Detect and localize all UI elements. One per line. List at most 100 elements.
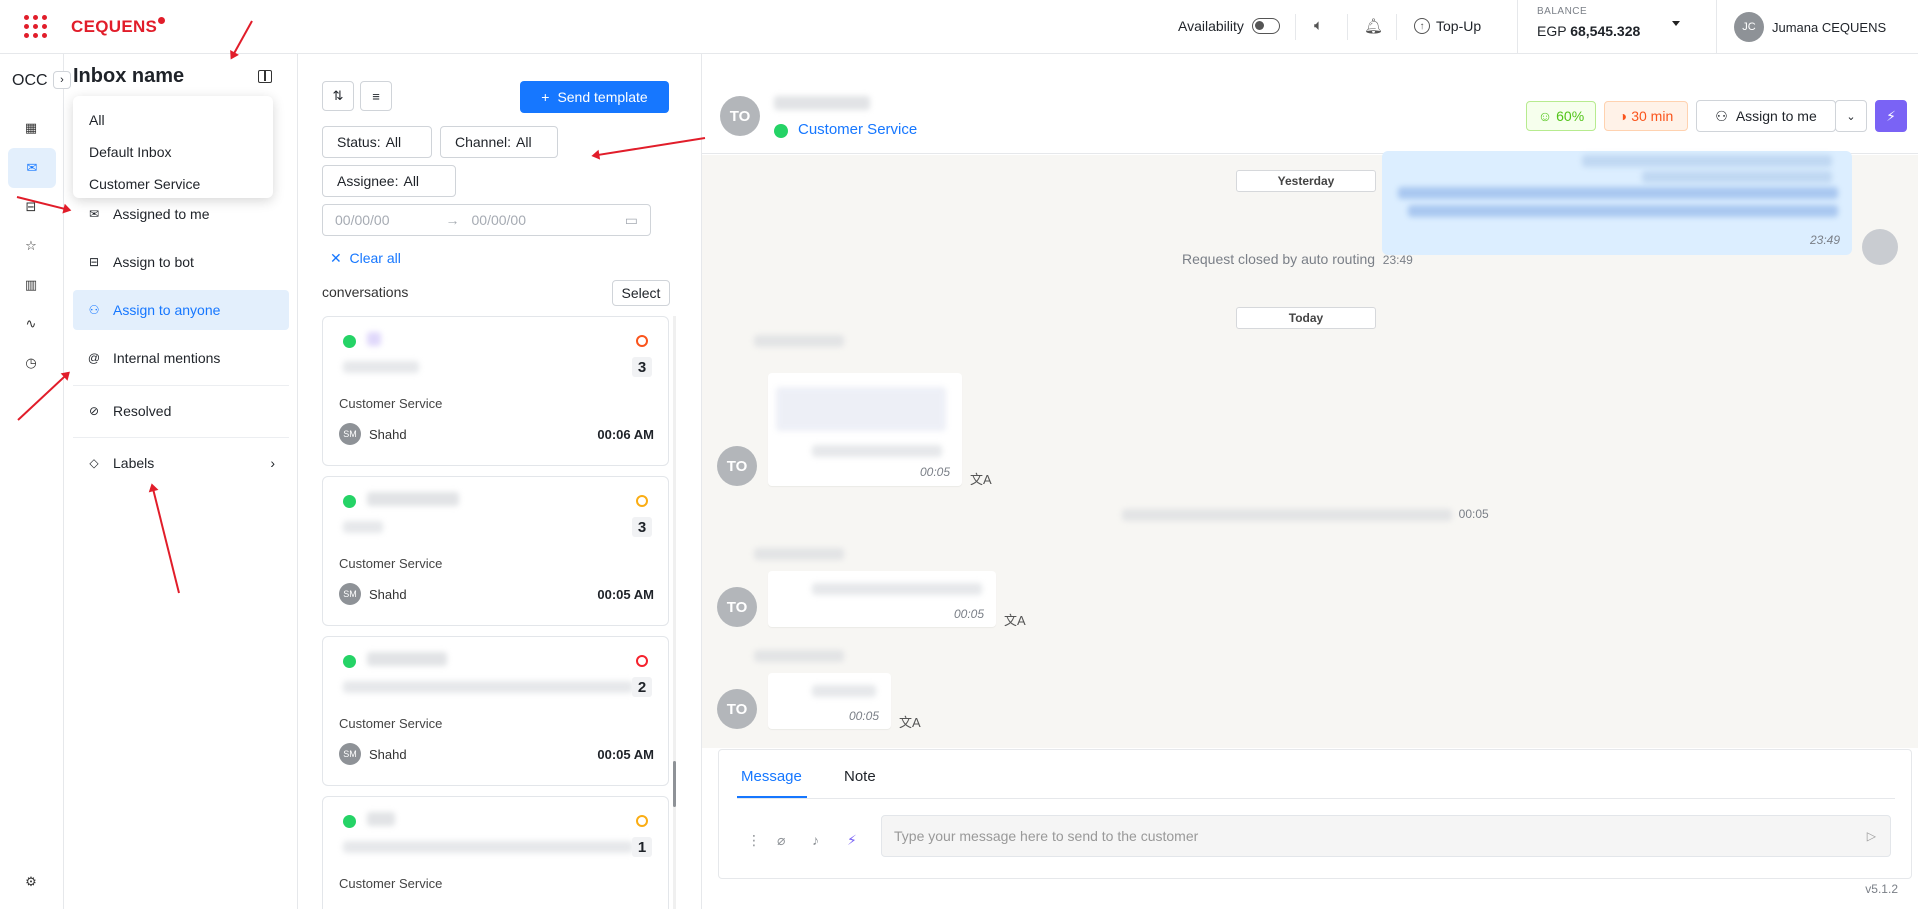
- chevron-down-icon[interactable]: ⌄: [1835, 100, 1867, 132]
- activity-icon[interactable]: ∿: [20, 313, 42, 335]
- message-thread[interactable]: 23:49 Yesterday Request closed by auto r…: [702, 151, 1918, 748]
- toggle-switch[interactable]: [1251, 18, 1280, 34]
- unread-count: 3: [632, 357, 652, 377]
- history-icon[interactable]: ◷: [20, 352, 42, 374]
- star-icon[interactable]: ☆: [20, 235, 42, 257]
- conversation-card[interactable]: 3 Customer Service SM Shahd 00:06 AM: [322, 316, 669, 466]
- attachment-icon[interactable]: ⌀: [777, 832, 785, 849]
- nav-resolved[interactable]: ⊘ Resolved: [73, 391, 289, 431]
- sla-badge: ◑ 30 min: [1604, 101, 1688, 131]
- assign-to-me-button[interactable]: ⚇ Assign to me: [1696, 100, 1836, 132]
- dropdown-item[interactable]: All: [73, 104, 273, 136]
- mail-check-icon: ✉: [88, 207, 100, 221]
- message-link: [1408, 205, 1838, 217]
- chat-panel: TO Customer Service ☺ 60% ◑ 30 min ⚇ Assign…: [701, 54, 1918, 909]
- chevron-right-icon: ›: [270, 455, 275, 471]
- satisfaction-badge: ☺ 60%: [1526, 101, 1596, 131]
- tab-note[interactable]: Note: [844, 768, 876, 785]
- contact-name: [367, 812, 395, 826]
- card-service: Customer Service: [339, 556, 443, 571]
- conversation-scroller[interactable]: 3 Customer Service SM Shahd 00:06 AM 3 C…: [322, 316, 674, 909]
- expand-rail-button[interactable]: ›: [53, 71, 71, 89]
- whatsapp-icon: [343, 495, 356, 508]
- dropdown-item[interactable]: Default Inbox: [73, 136, 273, 168]
- status-icon: [636, 655, 648, 667]
- filter-icon[interactable]: ≡: [360, 81, 392, 111]
- translate-icon[interactable]: 文A: [970, 469, 992, 488]
- more-icon[interactable]: ⋮: [747, 832, 761, 849]
- inbox-title[interactable]: Inbox name: [73, 65, 184, 88]
- bar-chart-icon[interactable]: ▥: [20, 274, 42, 296]
- check-circle-icon: ⊘: [88, 404, 100, 418]
- nav-assign-to-anyone[interactable]: ⚇ Assign to anyone: [73, 290, 289, 330]
- balance-dropdown-icon[interactable]: [1672, 21, 1680, 26]
- message-text: [812, 583, 982, 595]
- translate-icon[interactable]: 文A: [1004, 610, 1026, 629]
- conversation-card[interactable]: 3 Customer Service SM Shahd 00:05 AM: [322, 476, 669, 626]
- message-text: [812, 685, 876, 697]
- inbox-icon[interactable]: ✉︎: [8, 148, 56, 188]
- status-filter[interactable]: Status: All: [322, 126, 432, 158]
- availability-toggle[interactable]: Availability: [1178, 18, 1280, 34]
- lightning-icon[interactable]: ⚡︎: [1875, 100, 1907, 132]
- message-time: 23:49: [1809, 233, 1840, 247]
- panel-toggle-icon[interactable]: [258, 70, 272, 83]
- bell-icon[interactable]: 🔔︎: [1364, 17, 1383, 35]
- send-template-button[interactable]: + Send template: [520, 81, 669, 113]
- avatar: SM: [339, 583, 361, 605]
- clear-all-button[interactable]: ✕ Clear all: [330, 250, 401, 267]
- select-button[interactable]: Select: [612, 280, 670, 306]
- bot-icon: ⊟: [88, 255, 100, 269]
- unread-count: 3: [632, 517, 652, 537]
- lightning-icon[interactable]: ⚡︎: [847, 832, 857, 849]
- divider: [1716, 0, 1717, 54]
- card-service: Customer Service: [339, 876, 443, 891]
- list-scrollbar[interactable]: [673, 316, 676, 909]
- user-icon: ⚇: [88, 303, 100, 317]
- message-input[interactable]: Type your message here to send to the cu…: [881, 815, 1891, 857]
- tab-message[interactable]: Message: [741, 768, 802, 785]
- conversation-card[interactable]: 2 Customer Service SM Shahd 00:05 AM: [322, 636, 669, 786]
- message-preview: [343, 361, 419, 373]
- conversation-card[interactable]: 1 Customer Service: [322, 796, 669, 909]
- topup-button[interactable]: ↑ Top-Up: [1414, 18, 1481, 34]
- card-agent: Shahd: [369, 427, 407, 442]
- message-time: 00:05: [848, 709, 879, 723]
- settings-icon[interactable]: ⚙︎: [20, 871, 42, 893]
- date-range-picker[interactable]: 00/00/00 → 00/00/00 ▭: [322, 204, 651, 236]
- apps-grid-icon[interactable]: [24, 15, 48, 39]
- balance-value: 68,545.328: [1570, 23, 1641, 39]
- message-preview: [343, 681, 633, 693]
- message-text: [1582, 155, 1832, 167]
- nav-internal-mentions[interactable]: @ Internal mentions: [73, 338, 289, 378]
- inbox-dropdown: All Default Inbox Customer Service: [73, 96, 273, 198]
- nav-labels[interactable]: ◇ Labels ›: [73, 443, 289, 483]
- contact-avatar: TO: [717, 446, 757, 486]
- dashboard-icon[interactable]: ▦: [20, 117, 42, 139]
- at-icon: @: [87, 351, 101, 365]
- unread-count: 1: [632, 837, 652, 857]
- balance: BALANCE EGP 68,545.328: [1537, 6, 1640, 39]
- microphone-icon[interactable]: ♪: [812, 832, 819, 848]
- translate-icon[interactable]: 文A: [899, 712, 921, 731]
- balance-label: BALANCE: [1537, 6, 1588, 17]
- date-from: 00/00/00: [335, 212, 390, 228]
- avatar: SM: [339, 743, 361, 765]
- card-time: 00:05 AM: [597, 587, 654, 602]
- icon-rail: OCC ▦ ✉︎ ⊟ ☆ ▥ ∿ ◷ ⚙︎: [0, 54, 64, 909]
- user-menu[interactable]: JC Jumana CEQUENS: [1734, 12, 1886, 42]
- dropdown-item[interactable]: Customer Service: [73, 168, 273, 200]
- card-time: 00:06 AM: [597, 427, 654, 442]
- send-icon[interactable]: ▷: [1867, 829, 1876, 843]
- user-icon: ⚇: [1715, 107, 1728, 124]
- channel-filter[interactable]: Channel: All: [440, 126, 558, 158]
- divider: [1295, 14, 1296, 40]
- channel-name[interactable]: Customer Service: [798, 121, 917, 138]
- speaker-icon[interactable]: 🔈︎: [1314, 17, 1323, 34]
- assignee-filter[interactable]: Assignee: All: [322, 165, 456, 197]
- sort-icon[interactable]: ⇅: [322, 81, 354, 111]
- incoming-message: 00:05: [768, 571, 996, 627]
- nav-assign-to-bot[interactable]: ⊟ Assign to bot: [73, 242, 289, 282]
- nav-assigned-to-me[interactable]: ✉ Assigned to me: [73, 194, 289, 234]
- agent-avatar: [1862, 229, 1898, 265]
